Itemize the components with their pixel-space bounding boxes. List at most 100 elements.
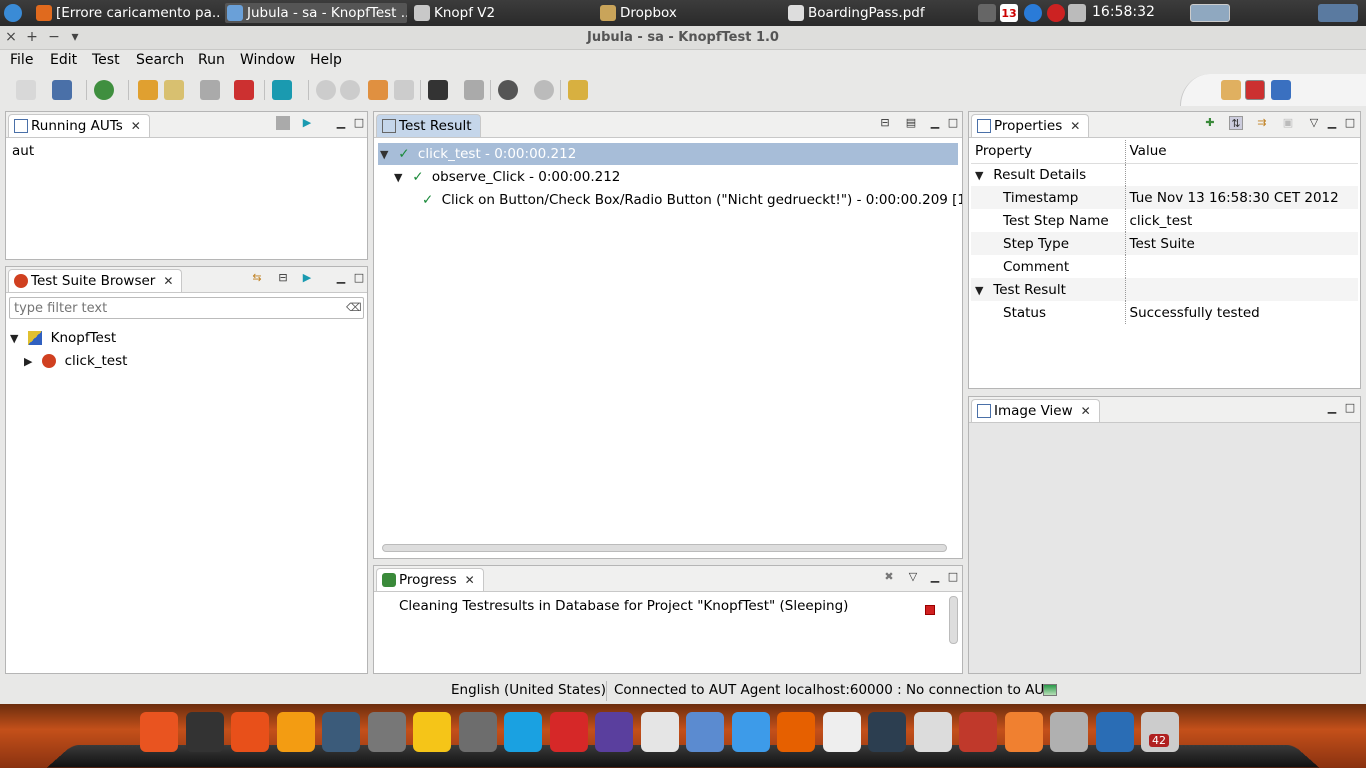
tab-running-auts[interactable]: Running AUTs ✕ xyxy=(8,114,150,137)
test-result-row-suite[interactable]: ▼ ✓ click_test - 0:00:00.212 xyxy=(380,143,576,165)
minimize-icon[interactable]: ▁ xyxy=(334,271,348,285)
maximize-icon[interactable]: □ xyxy=(1343,401,1357,415)
owl-icon[interactable] xyxy=(322,712,360,752)
user-icon[interactable] xyxy=(1068,4,1086,22)
collapse-icon[interactable]: ▶ xyxy=(24,351,38,373)
expand-icon[interactable]: ▼ xyxy=(975,284,989,297)
window-menu-icon[interactable]: ▾ xyxy=(67,29,83,45)
connect-icon[interactable] xyxy=(200,80,220,100)
workspace-switcher-icon[interactable] xyxy=(1190,4,1230,22)
menu-edit[interactable]: Edit xyxy=(50,52,77,68)
minimize-icon[interactable]: − xyxy=(46,29,62,45)
presentation-icon[interactable] xyxy=(640,712,679,752)
close-icon[interactable]: ✕ xyxy=(465,573,475,587)
skype-icon[interactable] xyxy=(504,712,542,752)
expand-icon[interactable]: ▼ xyxy=(380,144,394,166)
tab-progress[interactable]: Progress ✕ xyxy=(376,568,484,591)
test-result-row-step[interactable]: ✓ Click on Button/Check Box/Radio Button… xyxy=(422,189,962,211)
wifi-icon[interactable] xyxy=(978,4,996,22)
run-menu-icon[interactable]: ▶ xyxy=(300,271,314,285)
save-icon[interactable] xyxy=(16,80,36,100)
maximize-icon[interactable]: □ xyxy=(946,116,960,130)
home-icon[interactable] xyxy=(1004,712,1043,752)
maximize-icon[interactable]: + xyxy=(24,29,40,45)
accessibility-icon[interactable] xyxy=(1095,712,1134,752)
skip-icon[interactable] xyxy=(394,80,414,100)
save-all-icon[interactable] xyxy=(52,80,72,100)
calendar-icon[interactable]: 13 xyxy=(1000,4,1018,22)
task-firefox[interactable]: [Errore caricamento pa... xyxy=(34,3,220,23)
image-viewer-icon[interactable] xyxy=(686,712,724,752)
close-icon[interactable]: ✕ xyxy=(1081,404,1091,418)
pen-icon[interactable] xyxy=(568,80,588,100)
teapot-icon[interactable] xyxy=(413,712,451,752)
dropbox-icon[interactable] xyxy=(731,712,770,752)
maximize-icon[interactable]: □ xyxy=(946,570,960,584)
jubula-icon[interactable] xyxy=(868,712,906,752)
property-row[interactable]: Timestamp Tue Nov 13 16:58:30 CET 2012 xyxy=(971,186,1358,209)
record-icon[interactable] xyxy=(428,80,448,100)
property-row[interactable]: Comment xyxy=(971,255,1358,278)
info-icon[interactable] xyxy=(1024,4,1042,22)
property-row[interactable]: Status Successfully tested xyxy=(971,301,1358,324)
tab-test-suite-browser[interactable]: Test Suite Browser ✕ xyxy=(8,269,183,292)
pause-icon[interactable] xyxy=(316,80,336,100)
clear-filter-icon[interactable]: ⌫ xyxy=(346,301,362,314)
ubuntu-menu-icon[interactable] xyxy=(4,4,22,22)
filter-input[interactable] xyxy=(9,297,364,319)
maximize-icon[interactable]: □ xyxy=(1343,116,1357,130)
collapse-all-icon[interactable]: ⊟ xyxy=(878,116,892,130)
menu-help[interactable]: Help xyxy=(310,52,342,68)
run-menu-icon[interactable]: ▶ xyxy=(300,116,314,130)
expand-icon[interactable]: ▼ xyxy=(394,167,408,189)
globe-icon[interactable] xyxy=(94,80,114,100)
firefox-icon[interactable] xyxy=(777,712,815,752)
horizontal-scrollbar[interactable] xyxy=(382,544,947,552)
expand-icon[interactable]: ▼ xyxy=(975,169,989,182)
calculator-icon[interactable] xyxy=(367,712,406,752)
blocks-icon[interactable] xyxy=(549,712,588,752)
close-icon[interactable]: ✕ xyxy=(1070,119,1080,133)
task-jubula[interactable]: Jubula - sa - KnopfTest ... xyxy=(225,3,407,23)
terminal-icon[interactable] xyxy=(185,712,224,752)
list-item[interactable]: aut xyxy=(12,140,34,162)
check-icon[interactable] xyxy=(464,80,484,100)
menu-file[interactable]: File xyxy=(10,52,33,68)
package-icon[interactable]: 42 xyxy=(1141,712,1179,752)
gift-icon[interactable] xyxy=(231,712,269,752)
settings-icon[interactable] xyxy=(276,712,315,752)
task-knopf[interactable]: Knopf V2 xyxy=(412,3,592,23)
document-icon[interactable] xyxy=(822,712,861,752)
object-map-icon[interactable] xyxy=(498,80,518,100)
stop-icon[interactable] xyxy=(340,80,360,100)
execution-perspective-icon[interactable] xyxy=(1245,80,1265,100)
minimize-icon[interactable]: ▁ xyxy=(928,116,942,130)
categories-icon[interactable]: ⇅ xyxy=(1229,116,1243,130)
test-result-row-case[interactable]: ▼ ✓ observe_Click - 0:00:00.212 xyxy=(394,166,620,188)
menu-run[interactable]: Run xyxy=(198,52,225,68)
clock[interactable]: 16:58:32 xyxy=(1092,4,1155,20)
run-icon[interactable] xyxy=(272,80,292,100)
minimize-icon[interactable]: ▁ xyxy=(334,116,348,130)
tree-item-project[interactable]: ▼ KnopfTest xyxy=(10,327,116,349)
spec-perspective-icon[interactable] xyxy=(1271,80,1291,100)
files-icon[interactable] xyxy=(1050,712,1088,752)
tab-properties[interactable]: Properties ✕ xyxy=(971,114,1090,137)
session-icon[interactable] xyxy=(1318,4,1358,22)
menu-window[interactable]: Window xyxy=(240,52,295,68)
stop-aut-icon[interactable] xyxy=(276,116,290,130)
close-icon[interactable]: ✕ xyxy=(163,274,173,288)
remove-all-icon[interactable]: ✖ xyxy=(882,570,896,584)
java-icon[interactable] xyxy=(959,712,997,752)
maximize-icon[interactable]: □ xyxy=(352,116,366,130)
property-row[interactable]: Test Step Name click_test xyxy=(971,209,1358,232)
wand-icon[interactable] xyxy=(164,80,184,100)
property-group-row[interactable]: ▼ Result Details xyxy=(971,163,1358,186)
property-row[interactable]: Step Type Test Suite xyxy=(971,232,1358,255)
alert-icon[interactable] xyxy=(1047,4,1065,22)
target-icon[interactable] xyxy=(534,80,554,100)
file-cabinet-icon[interactable] xyxy=(913,712,952,752)
menu-test[interactable]: Test xyxy=(92,52,120,68)
minimize-icon[interactable]: ▁ xyxy=(1325,116,1339,130)
tab-image-view[interactable]: Image View ✕ xyxy=(971,399,1100,422)
